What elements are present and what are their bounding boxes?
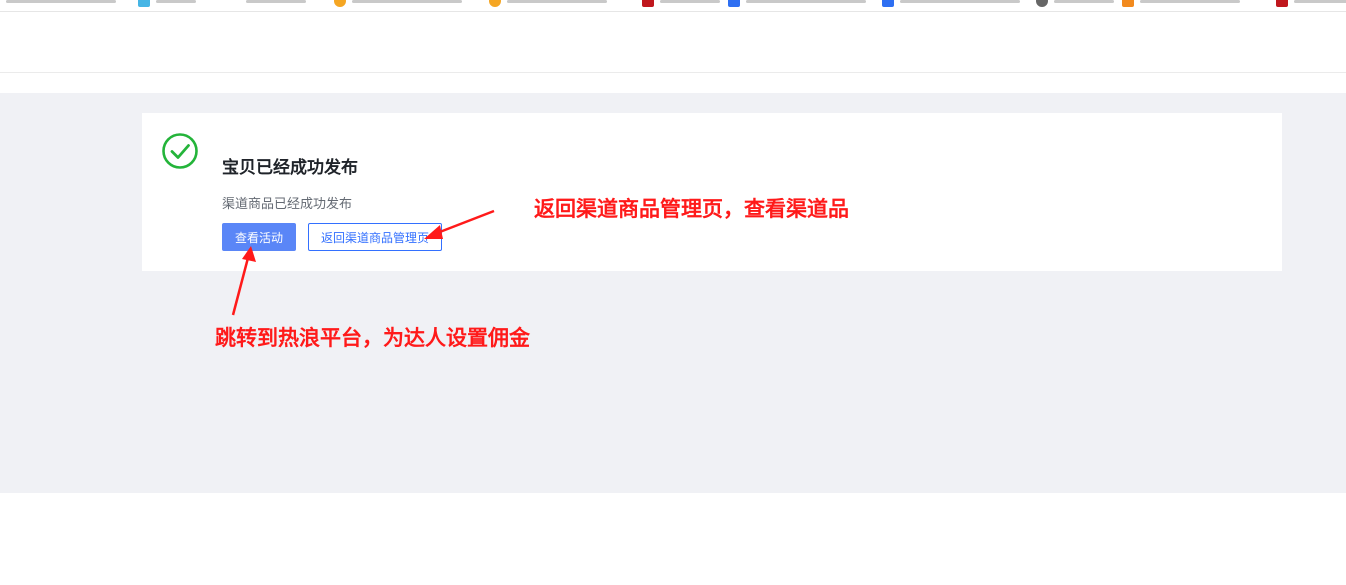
view-activity-button[interactable]: 查看活动 (222, 223, 296, 251)
result-card: 宝贝已经成功发布 渠道商品已经成功发布 查看活动 返回渠道商品管理页 (142, 113, 1282, 271)
bookmark-item[interactable] (882, 0, 1020, 7)
bookmark-item[interactable] (1276, 0, 1346, 7)
annotation-return-note: 返回渠道商品管理页，查看渠道品 (534, 197, 849, 221)
bookmark-item[interactable] (334, 0, 462, 7)
bookmark-item[interactable] (138, 0, 196, 7)
bookmark-item[interactable] (1036, 0, 1114, 7)
bookmark-item[interactable] (489, 0, 607, 7)
return-channel-products-button[interactable]: 返回渠道商品管理页 (308, 223, 442, 251)
bookmark-item[interactable] (6, 0, 116, 6)
bookmarks-bar (0, 0, 1346, 12)
bookmark-item[interactable] (1122, 0, 1240, 7)
bookmark-item[interactable] (246, 0, 306, 6)
content-area: 宝贝已经成功发布 渠道商品已经成功发布 查看活动 返回渠道商品管理页 (0, 93, 1346, 493)
success-check-icon (162, 133, 198, 169)
bookmark-item[interactable] (728, 0, 866, 7)
bookmark-item[interactable] (642, 0, 720, 7)
result-title: 宝贝已经成功发布 (222, 158, 358, 178)
annotation-view-note: 跳转到热浪平台，为达人设置佣金 (215, 326, 530, 350)
app-header (0, 12, 1346, 73)
result-description: 渠道商品已经成功发布 (222, 197, 353, 212)
